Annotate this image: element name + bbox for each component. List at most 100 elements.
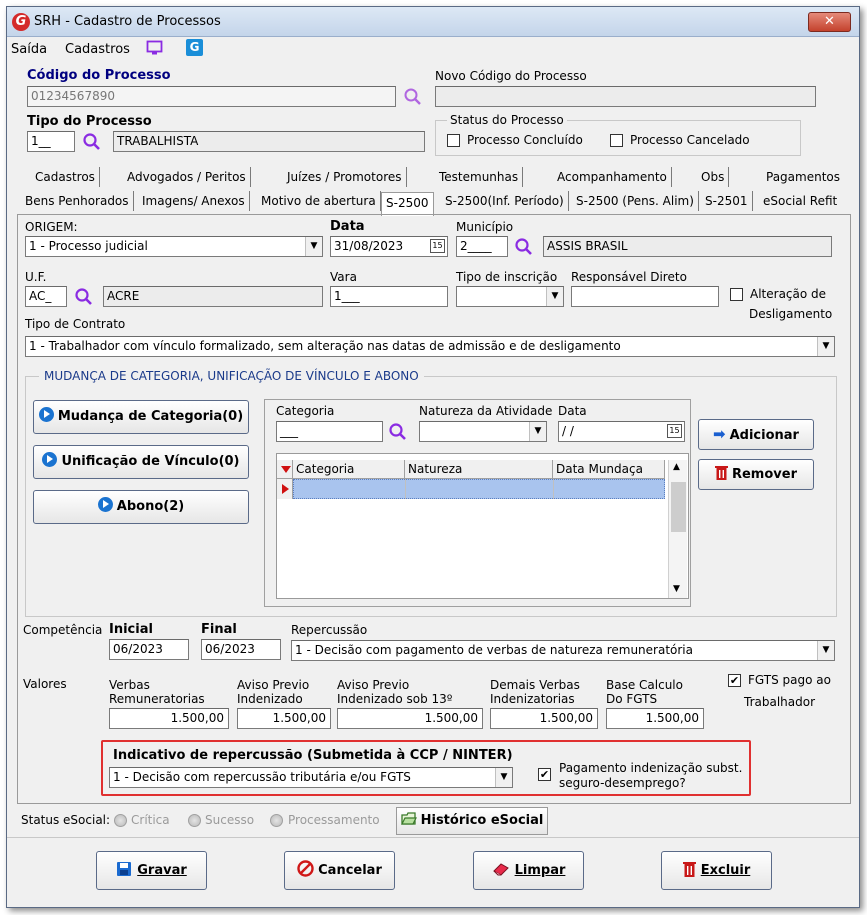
save-icon	[117, 862, 132, 876]
codigo-processo-label: Código do Processo	[27, 68, 171, 83]
adicionar-button[interactable]: ➡ Adicionar	[698, 419, 814, 450]
verbas-rem-input[interactable]: 1.500,00	[109, 708, 229, 729]
pagamento-indenizacao-checkbox[interactable]: ✔	[538, 768, 551, 781]
tab-advogados-peritos[interactable]: Advogados / Peritos	[123, 167, 251, 187]
tab-acompanhamento[interactable]: Acompanhamento	[553, 167, 672, 187]
municipio-label: Município	[456, 220, 514, 234]
tab-obs[interactable]: Obs	[697, 167, 730, 187]
folder-open-icon	[400, 812, 417, 825]
tab-s2500-inf-periodo[interactable]: S-2500(Inf. Período)	[441, 191, 569, 211]
monitor-icon[interactable]	[146, 40, 163, 56]
grid-col-categoria[interactable]: Categoria	[293, 460, 405, 479]
final-input[interactable]: 06/2023	[201, 639, 281, 660]
calendar-icon[interactable]: 15	[430, 239, 445, 253]
tipo-inscricao-label: Tipo de inscrição	[456, 270, 558, 284]
processo-concluido-label: Processo Concluído	[467, 133, 583, 147]
inicial-input[interactable]: 06/2023	[109, 639, 189, 660]
tab-cadastros[interactable]: Cadastros	[31, 167, 100, 187]
search-municipio-icon[interactable]	[514, 237, 534, 257]
alteracao-label-2: Desligamento	[749, 307, 833, 321]
abono-button[interactable]: Abono(2)	[33, 490, 249, 524]
search-uf-icon[interactable]	[74, 287, 94, 307]
historico-esocial-button[interactable]: Histórico eSocial	[396, 807, 548, 835]
app-shortcut-icon[interactable]: G	[186, 39, 203, 56]
municipio-code-input[interactable]: 2____	[456, 236, 508, 257]
categoria-input[interactable]: ___	[276, 421, 383, 442]
tab-pagamentos[interactable]: Pagamentos	[762, 167, 844, 187]
uf-code-input[interactable]: AC_	[25, 286, 67, 307]
aviso13-input[interactable]: 1.500,00	[337, 708, 483, 729]
base-fgts-input[interactable]: 1.500,00	[606, 708, 704, 729]
valores-label: Valores	[23, 677, 67, 691]
remover-button[interactable]: Remover	[698, 459, 814, 490]
close-button[interactable]: ✕	[808, 12, 851, 32]
mudanca-categoria-button[interactable]: Mudança de Categoria(0)	[33, 400, 249, 434]
limpar-button[interactable]: Limpar	[473, 851, 584, 890]
data-input[interactable]: 31/08/2023 15	[330, 236, 448, 257]
repercussao-select[interactable]: 1 - Decisão com pagamento de verbas de n…	[291, 640, 835, 661]
menu-cadastros[interactable]: Cadastros	[65, 42, 130, 57]
grid-scrollbar[interactable]: ▲ ▼	[668, 460, 687, 598]
calendar-icon[interactable]: 15	[667, 424, 682, 438]
chevron-down-icon[interactable]: ▼	[673, 584, 680, 594]
tab-imagens-anexos[interactable]: Imagens/ Anexos	[138, 191, 250, 211]
fgts-pago-label-1: FGTS pago ao	[748, 673, 831, 687]
tipo-processo-desc: TRABALHISTA	[113, 131, 425, 152]
scrollbar-thumb[interactable]	[671, 482, 686, 532]
indicativo-select[interactable]: 1 - Decisão com repercussão tributária e…	[109, 767, 513, 788]
tab-motivo-abertura[interactable]: Motivo de abertura	[257, 191, 381, 211]
excluir-button[interactable]: Excluir	[661, 851, 772, 890]
tab-s2500-pens-alim[interactable]: S-2500 (Pens. Alim)	[572, 191, 699, 211]
responsavel-input[interactable]	[571, 286, 719, 307]
tab-s2501[interactable]: S-2501	[701, 191, 753, 211]
natureza-atividade-select[interactable]: ▼	[419, 421, 547, 442]
data-label: Data	[330, 219, 365, 234]
table-row[interactable]	[293, 479, 665, 499]
vara-input[interactable]: 1___	[330, 286, 448, 307]
tab-testemunhas[interactable]: Testemunhas	[435, 167, 524, 187]
tab-bens-penhorados[interactable]: Bens Penhorados	[21, 191, 134, 211]
processo-cancelado-checkbox[interactable]	[610, 134, 623, 147]
demais-input[interactable]: 1.500,00	[490, 708, 598, 729]
title-bar[interactable]: G SRH - Cadastro de Processos ✕	[7, 7, 859, 37]
search-categoria-icon[interactable]	[388, 422, 408, 442]
mudanca-data-value: / /	[562, 424, 574, 438]
abono-label: Abono(2)	[116, 499, 185, 514]
municipio-name: ASSIS BRASIL	[543, 236, 832, 257]
chevron-down-icon[interactable]: ▼	[546, 287, 563, 306]
chevron-down-icon[interactable]: ▼	[305, 237, 322, 256]
processamento-radio[interactable]	[270, 814, 283, 827]
gravar-button[interactable]: Gravar	[96, 851, 207, 890]
origem-select[interactable]: 1 - Processo judicial ▼	[25, 236, 323, 257]
search-tipo-icon[interactable]	[82, 132, 102, 152]
chevron-down-icon[interactable]: ▼	[495, 768, 512, 787]
chevron-down-icon[interactable]: ▼	[817, 337, 834, 356]
chevron-up-icon[interactable]: ▲	[673, 462, 680, 472]
codigo-processo-input[interactable]: 01234567890	[27, 86, 396, 107]
eraser-icon	[492, 863, 509, 876]
tipo-inscricao-select[interactable]: ▼	[456, 286, 564, 307]
novo-codigo-input[interactable]	[435, 86, 816, 107]
tipo-processo-code-input[interactable]: 1__	[27, 131, 75, 152]
aviso-input[interactable]: 1.500,00	[237, 708, 331, 729]
sucesso-radio[interactable]	[188, 814, 201, 827]
critica-radio[interactable]	[114, 814, 127, 827]
menu-saida[interactable]: Saída	[11, 42, 47, 57]
mudanca-data-input[interactable]: / / 15	[558, 421, 685, 442]
demais-label-1: Demais Verbas	[490, 678, 580, 692]
chevron-down-icon[interactable]: ▼	[817, 641, 834, 660]
tipo-contrato-select[interactable]: 1 - Trabalhador com vínculo formalizado,…	[25, 336, 835, 357]
search-codigo-icon[interactable]	[403, 87, 423, 107]
tab-s2500[interactable]: S-2500	[381, 192, 434, 216]
tab-esocial-refit[interactable]: eSocial Refit	[759, 191, 841, 211]
chevron-down-icon[interactable]: ▼	[529, 422, 546, 441]
tab-juizes-promotores[interactable]: Juízes / Promotores	[283, 167, 407, 187]
processo-concluido-checkbox[interactable]	[447, 134, 460, 147]
alteracao-desligamento-checkbox[interactable]	[730, 288, 743, 301]
inicial-label: Inicial	[109, 622, 153, 637]
fgts-pago-checkbox[interactable]: ✔	[728, 674, 741, 687]
grid-col-data-mudanca[interactable]: Data Mundaça	[553, 460, 665, 479]
grid-col-natureza[interactable]: Natureza	[405, 460, 553, 479]
unificacao-vinculo-button[interactable]: Unificação de Vínculo(0)	[33, 445, 249, 479]
cancelar-button[interactable]: Cancelar	[284, 851, 395, 890]
